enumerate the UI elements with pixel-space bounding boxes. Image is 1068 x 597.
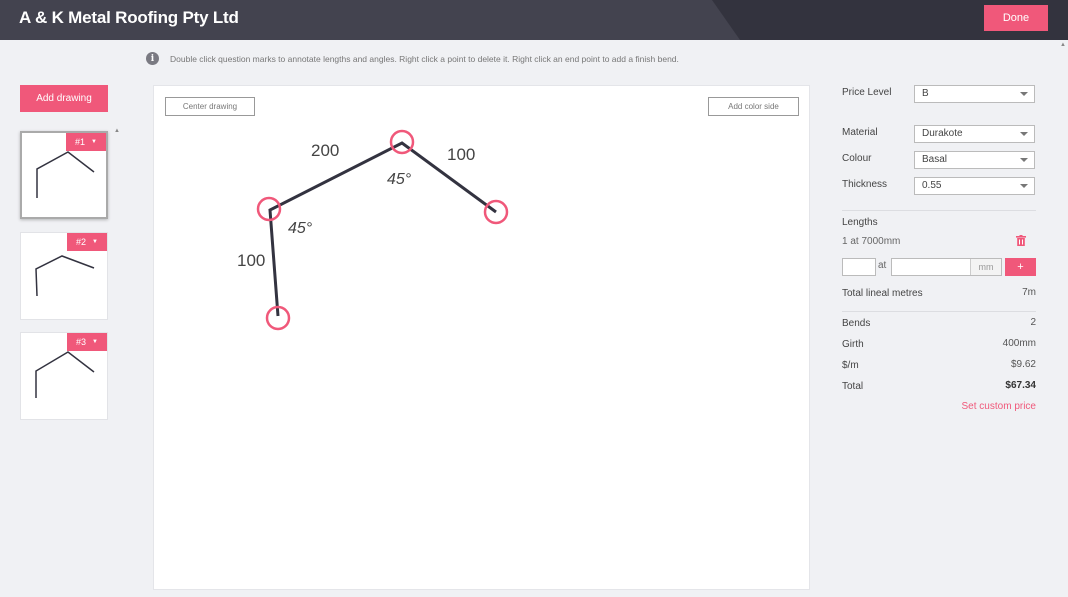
drawing-thumbnail-1[interactable]: #1 ▼ <box>20 131 108 219</box>
caret-down-icon: ▼ <box>92 339 98 345</box>
girth-label: Girth <box>842 339 864 350</box>
drawing-thumbnail-3[interactable]: #3 ▼ <box>20 332 108 420</box>
girth-value: 400mm <box>1002 338 1036 349</box>
bends-value: 2 <box>1030 317 1036 328</box>
caret-down-icon: ▼ <box>92 239 98 245</box>
bends-label: Bends <box>842 318 871 329</box>
price-level-label: Price Level <box>842 87 892 98</box>
trash-icon[interactable] <box>1016 235 1026 246</box>
length-entry: 1 at 7000mm <box>842 236 901 247</box>
set-custom-price-link[interactable]: Set custom price <box>962 401 1036 412</box>
total-value: $67.34 <box>1005 380 1036 391</box>
material-select[interactable]: Durakote <box>914 125 1035 143</box>
length-label[interactable]: 100 <box>237 251 265 270</box>
instructions: i Double click question marks to annotat… <box>146 52 679 65</box>
lengths-label: Lengths <box>842 217 878 228</box>
drawing-canvas[interactable]: Center drawing Add color side 200 100 10… <box>153 85 810 590</box>
add-length-button[interactable]: + <box>1005 258 1036 276</box>
colour-label: Colour <box>842 153 872 164</box>
thumbnail-tag[interactable]: #2 ▼ <box>67 233 107 251</box>
thickness-label: Thickness <box>842 179 888 190</box>
thumbnail-tag-label: #1 <box>75 137 86 147</box>
length-label[interactable]: 200 <box>311 141 339 160</box>
length-input[interactable]: mm <box>891 258 1002 276</box>
chevron-down-icon <box>1020 132 1028 136</box>
at-label: at <box>878 260 887 271</box>
flashing-drawing: 200 100 100 45° 45° <box>237 129 509 331</box>
thickness-value: 0.55 <box>922 180 942 191</box>
material-value: Durakote <box>922 128 963 139</box>
price-level-value: B <box>922 88 929 99</box>
chevron-down-icon <box>1020 92 1028 96</box>
divider <box>842 210 1036 211</box>
material-label: Material <box>842 127 878 138</box>
thumbnail-tag[interactable]: #3 ▼ <box>67 333 107 351</box>
colour-value: Basal <box>922 154 948 165</box>
done-button[interactable]: Done <box>984 5 1048 31</box>
thickness-select[interactable]: 0.55 <box>914 177 1035 195</box>
scroll-up-icon[interactable]: ▲ <box>114 128 120 136</box>
info-icon: i <box>146 52 159 65</box>
caret-down-icon: ▼ <box>91 139 97 145</box>
company-title: A & K Metal Roofing Pty Ltd <box>19 8 239 27</box>
thumbnail-tag-label: #3 <box>76 337 87 347</box>
instructions-text: Double click question marks to annotate … <box>170 53 679 64</box>
unit-suffix: mm <box>970 259 1001 275</box>
scroll-up-icon[interactable]: ▲ <box>1060 42 1066 48</box>
chevron-down-icon <box>1020 184 1028 188</box>
per-metre-label: $/m <box>842 360 859 371</box>
thumbnail-tag-label: #2 <box>76 237 87 247</box>
drawing-thumbnail-2[interactable]: #2 ▼ <box>20 232 108 320</box>
total-lineal-label: Total lineal metres <box>842 288 923 299</box>
colour-select[interactable]: Basal <box>914 151 1035 169</box>
angle-label[interactable]: 45° <box>288 220 313 237</box>
app-header: A & K Metal Roofing Pty Ltd Done <box>0 0 1068 40</box>
quantity-input[interactable] <box>842 258 876 276</box>
price-level-select[interactable]: B <box>914 85 1035 103</box>
total-label: Total <box>842 381 864 392</box>
add-drawing-button[interactable]: Add drawing <box>20 85 108 112</box>
thumbnail-tag[interactable]: #1 ▼ <box>66 133 106 151</box>
total-lineal-value: 7m <box>1022 287 1036 298</box>
chevron-down-icon <box>1020 158 1028 162</box>
per-metre-value: $9.62 <box>1010 359 1036 370</box>
length-label[interactable]: 100 <box>447 145 475 164</box>
divider <box>842 311 1036 312</box>
angle-label[interactable]: 45° <box>387 171 412 188</box>
